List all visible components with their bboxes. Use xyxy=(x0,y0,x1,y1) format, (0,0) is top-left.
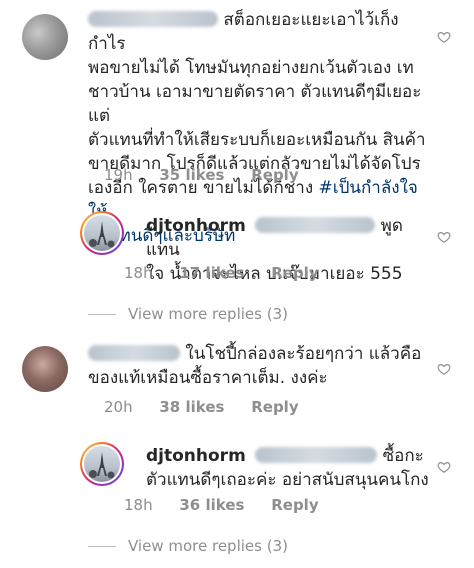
heart-outline-icon[interactable] xyxy=(437,460,451,474)
view-more-replies[interactable]: View more replies (3) xyxy=(88,305,288,323)
commenter-avatar[interactable] xyxy=(22,14,68,60)
reply-avatar[interactable] xyxy=(80,442,124,486)
likes-count[interactable]: 35 likes xyxy=(159,166,224,184)
comment-time: 19h xyxy=(104,166,133,184)
comment-time: 20h xyxy=(104,398,133,416)
reply-button[interactable]: Reply xyxy=(251,398,298,416)
reply-username[interactable]: djtonhorm xyxy=(146,216,246,236)
heart-outline-icon[interactable] xyxy=(437,362,451,376)
heart-outline-icon[interactable] xyxy=(437,30,451,44)
reply-button[interactable]: Reply xyxy=(271,264,318,282)
divider-line xyxy=(88,313,116,315)
reply-time: 18h xyxy=(124,264,153,282)
reply-meta: 18h 36 likes Reply xyxy=(124,496,319,514)
likes-count[interactable]: 38 likes xyxy=(159,398,224,416)
eiffel-photo-icon xyxy=(89,221,115,248)
comment-text: x สต็อกเยอะแยะเอาไว้เก็งกำไร พอขายไม่ได้… xyxy=(88,10,426,246)
comment-meta: 19h 35 likes Reply xyxy=(104,166,299,184)
comment-meta: 20h 38 likes Reply xyxy=(104,398,299,416)
likes-count[interactable]: 17 likes xyxy=(179,264,244,282)
reply-username[interactable]: djtonhorm xyxy=(146,446,246,466)
blurred-username[interactable]: x xyxy=(88,345,180,361)
reply-text: djtonhorm x ซื้อกะ ตัวแทนดีๆเถอะค่ะ อย่า… xyxy=(146,446,429,490)
view-more-replies[interactable]: View more replies (3) xyxy=(88,537,288,555)
comment-text: x ในโชปี้กล่องละร้อยๆกว่า แล้วคือ ของแท้… xyxy=(88,344,422,388)
reply-avatar[interactable] xyxy=(80,211,124,255)
blurred-mention[interactable]: x xyxy=(255,217,376,233)
blurred-username[interactable]: x xyxy=(88,11,218,27)
blurred-mention[interactable]: x xyxy=(255,447,378,463)
commenter-avatar[interactable] xyxy=(22,346,68,392)
likes-count[interactable]: 36 likes xyxy=(179,496,244,514)
reply-button[interactable]: Reply xyxy=(271,496,318,514)
heart-outline-icon[interactable] xyxy=(437,230,451,244)
divider-line xyxy=(88,545,116,547)
reply-meta: 18h 17 likes Reply xyxy=(124,264,319,282)
eiffel-photo-icon xyxy=(89,452,115,479)
reply-button[interactable]: Reply xyxy=(251,166,298,184)
reply-time: 18h xyxy=(124,496,153,514)
